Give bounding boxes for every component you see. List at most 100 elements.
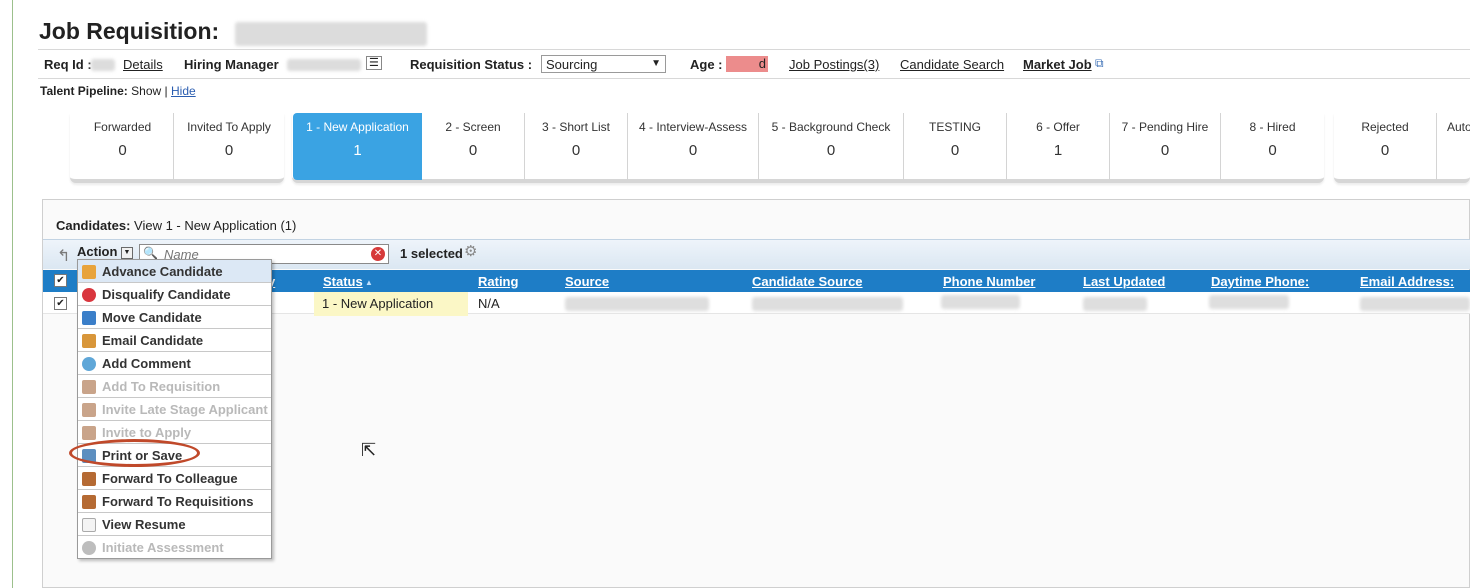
menu-item-label: Advance Candidate	[102, 264, 223, 279]
menu-item-add-comment[interactable]: Add Comment	[78, 352, 271, 375]
assessment-icon	[82, 541, 96, 555]
menu-item-email-candidate[interactable]: Email Candidate	[78, 329, 271, 352]
search-icon: 🔍	[143, 246, 158, 260]
menu-item-initiate-assessment[interactable]: Initiate Assessment	[78, 536, 271, 559]
stage-name: 7 - Pending Hire	[1121, 120, 1209, 134]
column-header-phone-number[interactable]: Phone Number	[943, 274, 1035, 289]
menu-item-forward-to-requisitions[interactable]: Forward To Requisitions	[78, 490, 271, 513]
stage-rejected[interactable]: Rejected 0	[1334, 113, 1437, 180]
stage-count: 1	[353, 142, 362, 159]
menu-item-advance-candidate[interactable]: Advance Candidate	[78, 260, 271, 283]
stage-count: 0	[1160, 142, 1170, 159]
stage-count: 0	[826, 142, 836, 159]
stage-short-list[interactable]: 3 - Short List 0	[525, 113, 628, 180]
clear-icon[interactable]: ✕	[371, 247, 385, 261]
market-job-link[interactable]: Market Job	[1023, 57, 1092, 72]
invite-apply-icon	[82, 426, 96, 440]
stage-screen[interactable]: 2 - Screen 0	[422, 113, 525, 180]
menu-item-label: Email Candidate	[102, 333, 204, 348]
annotation-circle	[69, 439, 200, 467]
column-header-rating[interactable]: Rating	[478, 274, 518, 289]
stage-auto[interactable]: Auto	[1437, 113, 1470, 180]
menu-item-label: Invite to Apply	[102, 425, 192, 440]
chevron-down-icon[interactable]: ▼	[121, 247, 133, 259]
menu-item-label: Add Comment	[102, 356, 191, 371]
column-header-candidate-source[interactable]: Candidate Source	[752, 274, 863, 289]
menu-item-label: Move Candidate	[102, 310, 202, 325]
column-header-last-updated[interactable]: Last Updated	[1083, 274, 1165, 289]
stage-pending-hire[interactable]: 7 - Pending Hire 0	[1110, 113, 1221, 180]
stage-name: Invited To Apply	[187, 120, 271, 134]
redacted-req-id	[91, 59, 115, 71]
redacted-hiring-manager	[287, 59, 361, 71]
requisition-status-select[interactable]: Sourcing ▼	[541, 55, 666, 73]
menu-item-add-to-requisition[interactable]: Add To Requisition	[78, 375, 271, 398]
redacted-daytime-phone	[1209, 295, 1289, 309]
redacted-source	[565, 297, 709, 311]
page-title: Job Requisition:	[39, 18, 220, 44]
back-arrow-icon[interactable]: ↰	[57, 246, 70, 266]
stage-new-application[interactable]: 1 - New Application 1	[293, 113, 422, 180]
stage-name: TESTING	[928, 120, 981, 134]
external-window-icon[interactable]: ⧉	[1095, 56, 1104, 71]
select-all-checkbox[interactable]: ✔	[54, 274, 67, 287]
menu-item-disqualify-candidate[interactable]: Disqualify Candidate	[78, 283, 271, 306]
menu-item-label: Forward To Colleague	[102, 471, 238, 486]
stage-name: 5 - Background Check	[771, 120, 891, 134]
stage-interview-assess[interactable]: 4 - Interview-Assess 0	[628, 113, 759, 180]
candidates-view: View 1 - New Application (1)	[134, 218, 297, 233]
gear-icon[interactable]: ⚙	[464, 242, 477, 260]
comment-add-icon	[82, 357, 96, 371]
talent-pipeline-show[interactable]: Show	[131, 84, 161, 98]
mouse-cursor-icon: ⇱	[361, 440, 377, 460]
menu-item-label: Disqualify Candidate	[102, 287, 231, 302]
forward-icon	[82, 472, 96, 486]
stage-hired[interactable]: 8 - Hired 0	[1221, 113, 1324, 180]
stage-count: 0	[688, 142, 698, 159]
invite-icon	[82, 403, 96, 417]
forward-req-icon	[82, 495, 96, 509]
stage-count: 0	[571, 142, 581, 159]
menu-item-view-resume[interactable]: View Resume	[78, 513, 271, 536]
stage-name: Forwarded	[93, 120, 152, 134]
stage-forwarded[interactable]: Forwarded 0	[72, 113, 174, 180]
stage-invited-to-apply[interactable]: Invited To Apply 0	[174, 113, 284, 180]
stage-background-check[interactable]: 5 - Background Check 0	[759, 113, 904, 180]
job-postings-link[interactable]: Job Postings(3)	[789, 57, 879, 72]
candidates-header: Candidates: View 1 - New Application (1)	[56, 218, 296, 233]
stage-count: 0	[224, 142, 234, 159]
stage-offer[interactable]: 6 - Offer 1	[1007, 113, 1110, 180]
contact-card-icon[interactable]: ☰	[366, 56, 382, 70]
stage-count: 0	[950, 142, 960, 159]
candidate-search-link[interactable]: Candidate Search	[900, 57, 1004, 72]
move-arrows-icon	[82, 311, 96, 325]
stage-name: 2 - Screen	[445, 120, 501, 134]
talent-pipeline-hide-link[interactable]: Hide	[171, 84, 196, 98]
details-link[interactable]: Details	[123, 57, 163, 72]
menu-item-move-candidate[interactable]: Move Candidate	[78, 306, 271, 329]
redacted-job-title	[235, 22, 427, 46]
menu-item-forward-to-colleague[interactable]: Forward To Colleague	[78, 467, 271, 490]
column-header-daytime-phone[interactable]: Daytime Phone:	[1211, 274, 1309, 289]
envelope-icon	[82, 334, 96, 348]
action-menu-button[interactable]: Action	[77, 244, 117, 259]
redacted-phone-number	[941, 295, 1020, 309]
column-header-email-address[interactable]: Email Address:	[1360, 274, 1454, 289]
menu-item-label: Forward To Requisitions	[102, 494, 254, 509]
candidates-label: Candidates:	[56, 218, 131, 233]
req-id-label: Req Id :	[44, 57, 92, 72]
column-header-source[interactable]: Source	[565, 274, 609, 289]
stage-testing[interactable]: TESTING 0	[904, 113, 1007, 180]
redacted-email	[1360, 297, 1470, 311]
row-checkbox[interactable]: ✔	[54, 297, 67, 310]
row-rating: N/A	[478, 296, 500, 311]
sort-asc-icon[interactable]: ▲	[365, 278, 373, 287]
requisition-status-label: Requisition Status :	[410, 57, 533, 72]
stage-name: 4 - Interview-Assess	[638, 120, 748, 134]
menu-item-label: Invite Late Stage Applicant	[102, 402, 268, 417]
talent-pipeline-sep: |	[164, 84, 168, 98]
stage-count: 0	[118, 142, 127, 159]
thumbs-up-icon	[82, 265, 96, 279]
menu-item-invite-late-stage-applicant[interactable]: Invite Late Stage Applicant	[78, 398, 271, 421]
column-header-status[interactable]: Status	[323, 274, 363, 289]
